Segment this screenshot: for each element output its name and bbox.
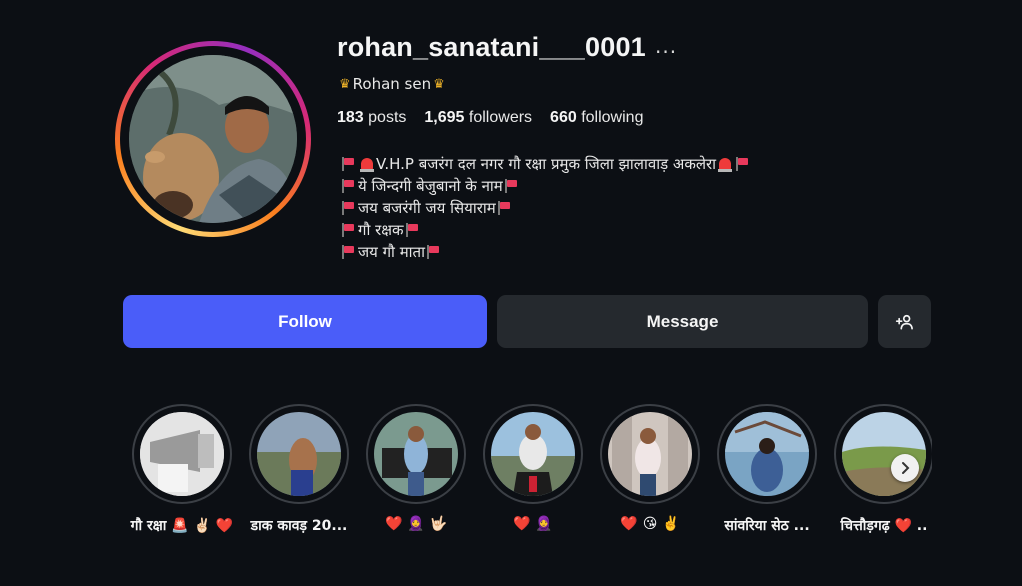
bio-line: जय गौ माता bbox=[340, 241, 752, 263]
flag-icon bbox=[405, 223, 418, 237]
posts-stat[interactable]: 183 posts bbox=[337, 109, 406, 127]
flag-icon bbox=[736, 157, 749, 171]
bio-line: जय बजरंगी जय सियाराम bbox=[340, 197, 752, 219]
flag-icon bbox=[342, 179, 354, 193]
highlight-image bbox=[491, 412, 575, 496]
full-name-text: Rohan sen bbox=[352, 75, 432, 93]
more-options-icon[interactable]: ··· bbox=[655, 40, 677, 64]
highlight-image bbox=[374, 412, 458, 496]
highlight-cover bbox=[132, 404, 232, 504]
highlight-image bbox=[608, 412, 692, 496]
highlight-cover bbox=[834, 404, 932, 504]
posts-label: posts bbox=[368, 109, 407, 126]
flag-icon bbox=[427, 245, 439, 259]
highlight-item[interactable]: डाक कावड़ 20... bbox=[241, 404, 357, 535]
chevron-right-icon[interactable] bbox=[891, 454, 919, 482]
bio-line: गौ रक्षक bbox=[340, 219, 752, 241]
following-count: 660 bbox=[550, 109, 577, 126]
highlight-cover bbox=[366, 404, 466, 504]
followers-count: 1,695 bbox=[424, 109, 465, 126]
story-highlights: गौ रक्षा 🚨 ✌🏻 ❤️ डाक कावड़ 20... ❤️ 🧕 🤟🏻 bbox=[124, 404, 932, 544]
person-add-icon bbox=[895, 314, 913, 329]
highlight-item[interactable]: सांवरिया सेठ ... bbox=[709, 404, 825, 535]
bio-line: ये जिन्दगी बेजुबानो के नाम bbox=[340, 175, 752, 197]
message-button[interactable]: Message bbox=[497, 295, 868, 348]
bio-text: ये जिन्दगी बेजुबानो के नाम bbox=[358, 177, 503, 195]
highlight-cover bbox=[600, 404, 700, 504]
highlight-item[interactable]: ❤️ 🧕 🤟🏻 bbox=[358, 404, 474, 532]
username: rohan_sanatani___0001 bbox=[337, 32, 646, 62]
flag-icon bbox=[342, 223, 354, 237]
bio-text: जय बजरंगी जय सियाराम bbox=[358, 199, 496, 217]
highlight-label: ❤️ 🧕 bbox=[513, 516, 553, 532]
bio-text: V.H.P बजरंग दल नगर गौ रक्षा प्रमुक जिला … bbox=[376, 155, 717, 173]
highlight-item[interactable]: ❤️ 😘 ✌️ bbox=[592, 404, 708, 532]
crown-icon: ♛ bbox=[433, 76, 445, 92]
highlight-label: सांवरिया सेठ ... bbox=[724, 518, 810, 534]
posts-count: 183 bbox=[337, 109, 364, 126]
highlight-item[interactable]: ❤️ 🧕 bbox=[475, 404, 591, 532]
highlight-label: डाक कावड़ 20... bbox=[250, 518, 348, 534]
highlight-label: ❤️ 😘 ✌️ bbox=[620, 516, 680, 532]
following-label: following bbox=[581, 109, 644, 126]
profile-page: rohan_sanatani___0001 ··· ♛ Rohan sen ♛ … bbox=[0, 0, 1022, 586]
siren-icon bbox=[718, 158, 733, 172]
highlight-label: चित्तौड़गढ़ ❤️ .. bbox=[840, 518, 928, 534]
highlight-cover bbox=[249, 404, 349, 504]
highlight-image bbox=[257, 412, 341, 496]
suggested-users-button[interactable] bbox=[878, 295, 931, 348]
profile-stats: 183 posts 1,695 followers 660 following bbox=[337, 109, 643, 127]
follow-button[interactable]: Follow bbox=[123, 295, 487, 348]
followers-label: followers bbox=[468, 109, 533, 126]
bio: V.H.P बजरंग दल नगर गौ रक्षा प्रमुक जिला … bbox=[340, 153, 752, 263]
bio-line: V.H.P बजरंग दल नगर गौ रक्षा प्रमुक जिला … bbox=[340, 153, 752, 175]
highlight-image bbox=[725, 412, 809, 496]
avatar-border bbox=[120, 46, 306, 232]
avatar-photo bbox=[129, 55, 297, 223]
bio-text: गौ रक्षक bbox=[358, 221, 404, 239]
flag-icon bbox=[342, 157, 354, 171]
crown-icon: ♛ bbox=[339, 76, 351, 92]
profile-avatar[interactable] bbox=[115, 41, 311, 237]
highlight-cover bbox=[483, 404, 583, 504]
followers-stat[interactable]: 1,695 followers bbox=[424, 109, 532, 127]
highlight-label: ❤️ 🧕 🤟🏻 bbox=[384, 516, 448, 532]
following-stat[interactable]: 660 following bbox=[550, 109, 643, 127]
bio-text: जय गौ माता bbox=[358, 243, 425, 261]
flag-icon bbox=[504, 179, 517, 193]
highlight-label: गौ रक्षा 🚨 ✌🏻 ❤️ bbox=[130, 518, 234, 534]
siren-icon bbox=[360, 158, 374, 172]
highlight-image bbox=[140, 412, 224, 496]
flag-icon bbox=[497, 201, 510, 215]
highlight-item[interactable]: गौ रक्षा 🚨 ✌🏻 ❤️ bbox=[124, 404, 240, 535]
flag-icon bbox=[342, 245, 354, 259]
highlight-cover bbox=[717, 404, 817, 504]
flag-icon bbox=[342, 201, 354, 215]
highlight-image bbox=[842, 412, 926, 496]
full-name: ♛ Rohan sen ♛ bbox=[339, 75, 445, 93]
